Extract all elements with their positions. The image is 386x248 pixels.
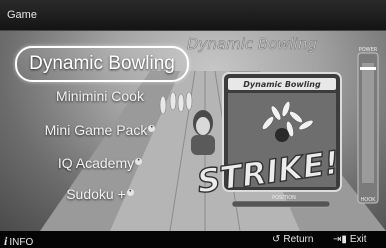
info-label: INFO (9, 237, 34, 248)
exit-door-icon: ⇥▮ (333, 234, 347, 245)
menu-item-label: Minimini Cook (56, 88, 144, 104)
new-badge-icon: • (148, 125, 156, 133)
power-meter: POWER HOOK (357, 47, 379, 204)
position-label: POSITION (272, 195, 296, 201)
game-list: Dynamic Bowling Minimini Cook Mini Game … (0, 31, 200, 231)
exit-button[interactable]: ⇥▮ Exit (333, 234, 367, 245)
exit-label: Exit (349, 234, 367, 245)
game-menu-screen: Game Dynamic Bowling POWER HOOK Dynamic … (0, 0, 386, 248)
hook-label: HOOK (361, 197, 377, 203)
menu-item-mini-game-pack[interactable]: Mini Game Pack • (15, 115, 185, 145)
new-badge-icon: • (126, 189, 134, 197)
return-label: Return (283, 234, 314, 245)
footer-bar: i INFO ↺ Return ⇥▮ Exit (0, 231, 386, 248)
power-label: POWER (359, 47, 378, 53)
return-button[interactable]: ↺ Return (272, 234, 313, 245)
page-title: Game (7, 9, 37, 21)
menu-item-label: Sudoku + (66, 186, 126, 202)
return-arrow-icon: ↺ (272, 234, 281, 245)
info-icon: i (4, 234, 8, 248)
card-title: Dynamic Bowling (243, 80, 321, 89)
menu-item-iq-academy[interactable]: IQ Academy • (15, 148, 185, 178)
menu-item-dynamic-bowling[interactable]: Dynamic Bowling (15, 46, 189, 82)
info-button[interactable]: i INFO (4, 234, 33, 248)
header-bar: Game (0, 0, 386, 31)
new-badge-icon: • (135, 158, 143, 166)
preview-title: Dynamic Bowling (187, 35, 317, 53)
menu-item-minimini-cook[interactable]: Minimini Cook (15, 81, 185, 111)
bowling-ball (275, 128, 289, 142)
menu-item-label: Mini Game Pack (44, 122, 148, 138)
content-area: Dynamic Bowling POWER HOOK Dynamic Bowli… (0, 31, 386, 231)
menu-item-label: Dynamic Bowling (29, 53, 175, 74)
menu-item-label: IQ Academy (57, 155, 135, 171)
menu-item-sudoku-plus[interactable]: Sudoku + • (15, 179, 185, 209)
position-bar (231, 200, 331, 208)
